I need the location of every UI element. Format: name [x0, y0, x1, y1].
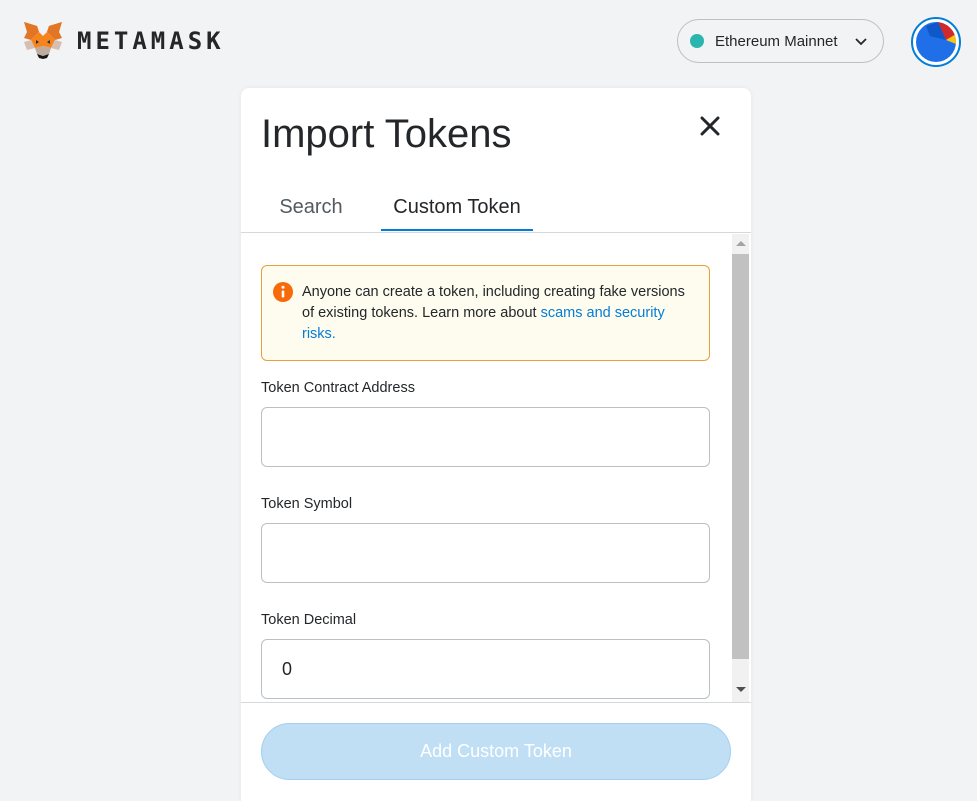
- warning-text: Anyone can create a token, including cre…: [302, 282, 692, 345]
- modal-title: Import Tokens: [261, 112, 512, 156]
- network-selector[interactable]: Ethereum Mainnet: [677, 19, 884, 63]
- scam-warning-banner: Anyone can create a token, including cre…: [261, 265, 710, 361]
- form-scroll-area: Anyone can create a token, including cre…: [241, 234, 751, 702]
- app-header: METAMASK Ethereum Mainnet: [0, 0, 977, 84]
- account-identicon[interactable]: [911, 17, 961, 67]
- scroll-up-arrow-icon[interactable]: [736, 241, 746, 246]
- scrollbar-thumb[interactable]: [732, 254, 749, 659]
- contract-address-input[interactable]: [261, 407, 710, 467]
- tab-search[interactable]: Search: [278, 196, 344, 232]
- info-icon: [273, 282, 293, 302]
- tab-custom-token[interactable]: Custom Token: [381, 196, 533, 231]
- form-scrollbar[interactable]: [732, 234, 749, 702]
- identicon-icon: [916, 22, 956, 62]
- contract-address-label: Token Contract Address: [261, 380, 415, 396]
- token-decimal-input[interactable]: [261, 639, 710, 699]
- brand-wordmark: METAMASK: [77, 27, 225, 55]
- token-symbol-label: Token Symbol: [261, 496, 353, 512]
- token-symbol-input[interactable]: [261, 523, 710, 583]
- chevron-down-icon: [855, 38, 867, 46]
- tab-bar: Search Custom Token: [241, 188, 751, 233]
- import-tokens-modal: Import Tokens Search Custom Token Anyone…: [241, 88, 751, 801]
- scroll-down-arrow-icon[interactable]: [736, 687, 746, 692]
- close-icon[interactable]: [698, 114, 722, 138]
- modal-footer: Add Custom Token: [241, 702, 751, 801]
- add-custom-token-button[interactable]: Add Custom Token: [261, 723, 731, 780]
- network-name: Ethereum Mainnet: [715, 32, 838, 50]
- network-status-dot: [690, 34, 704, 48]
- token-decimal-label: Token Decimal: [261, 612, 357, 628]
- metamask-fox-icon[interactable]: [21, 18, 65, 62]
